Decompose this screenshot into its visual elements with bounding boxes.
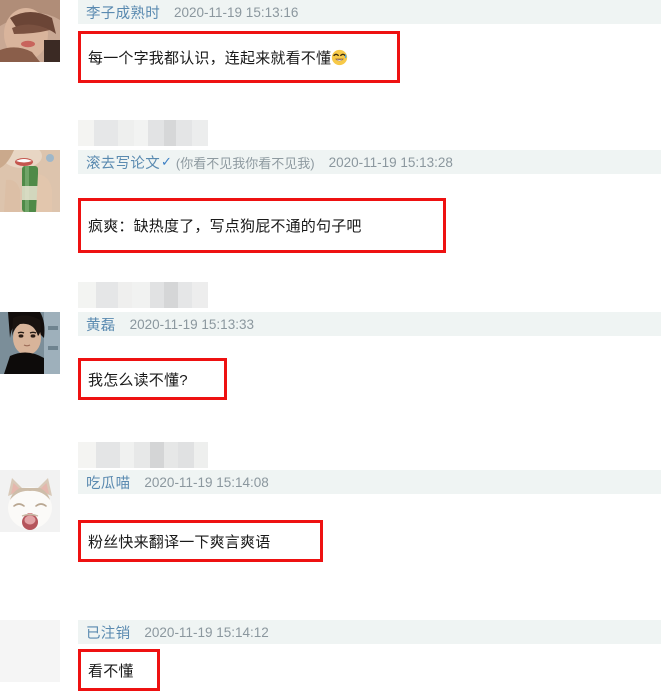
- timestamp: 2020-11-19 15:13:16: [174, 4, 299, 20]
- verified-badge-icon: ✓: [161, 154, 172, 169]
- comment-text: 看不懂: [88, 662, 134, 680]
- woman-face-photo-icon: [0, 0, 60, 62]
- comment-text-highlight: 看不懂: [78, 649, 160, 691]
- comment-header: 李子成熟时 2020-11-19 15:13:16: [78, 0, 661, 24]
- avatar[interactable]: [0, 470, 60, 532]
- comment-thread: 李子成熟时 2020-11-19 15:13:16 每一个字我都认识，连起来就看…: [0, 0, 661, 697]
- comment-text: 疯爽：缺热度了，写点狗屁不通的句子吧: [88, 218, 362, 235]
- timestamp: 2020-11-19 15:14:12: [144, 624, 269, 640]
- avatar[interactable]: [0, 620, 60, 682]
- redacted-username-bar: [78, 442, 208, 468]
- username-alias: (你看不见我你看不见我): [175, 155, 315, 171]
- timestamp: 2020-11-19 15:13:28: [328, 154, 453, 170]
- comment-header: 吃瓜喵 2020-11-19 15:14:08: [78, 470, 661, 494]
- comment-text: 我怎么读不懂?: [88, 371, 188, 389]
- white-cat-photo-icon: [0, 470, 60, 532]
- username[interactable]: 已注销: [86, 622, 130, 643]
- comment-text-highlight: 粉丝快来翻译一下爽言爽语: [78, 520, 323, 562]
- comment-text: 粉丝快来翻译一下爽言爽语: [88, 533, 271, 551]
- woman-with-bottle-photo-icon: [0, 150, 60, 212]
- redacted-username-bar: [78, 120, 208, 146]
- comment-header: 已注销 2020-11-19 15:14:12: [78, 620, 661, 644]
- redacted-username-bar: [78, 282, 208, 308]
- comment-text-highlight: 每一个字我都认识，连起来就看不懂: [78, 31, 400, 83]
- comment-header: 滚去写论文 ✓ (你看不见我你看不见我) 2020-11-19 15:13:28: [78, 150, 661, 174]
- timestamp: 2020-11-19 15:14:08: [144, 474, 269, 490]
- avatar[interactable]: [0, 150, 60, 212]
- comment-text-highlight: 疯爽：缺热度了，写点狗屁不通的句子吧: [78, 198, 446, 253]
- avatar[interactable]: [0, 0, 60, 62]
- username[interactable]: 李子成熟时: [86, 2, 160, 23]
- timestamp: 2020-11-19 15:13:33: [129, 316, 254, 332]
- blank-deleted-avatar-icon: [0, 620, 60, 682]
- comment-text: 每一个字我都认识，连起来就看不懂: [88, 49, 332, 67]
- username[interactable]: 滚去写论文: [86, 152, 160, 173]
- comment-header: 黄磊 2020-11-19 15:13:33: [78, 312, 661, 336]
- sweat-grin-emoji: [331, 49, 348, 66]
- avatar[interactable]: [0, 312, 60, 374]
- username[interactable]: 黄磊: [86, 314, 116, 335]
- man-dark-hair-photo-icon: [0, 312, 60, 374]
- comment-text-highlight: 我怎么读不懂?: [78, 358, 227, 400]
- username[interactable]: 吃瓜喵: [86, 472, 130, 493]
